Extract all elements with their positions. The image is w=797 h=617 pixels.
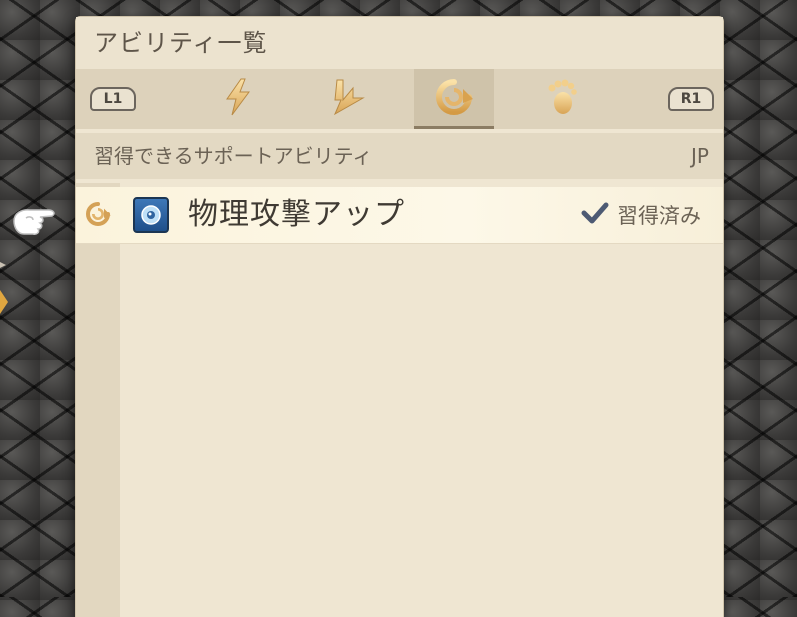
tab-support-abilities[interactable]	[414, 69, 494, 129]
scroll-marker-icon	[0, 262, 10, 326]
learned-status-label: 習得済み	[617, 204, 701, 228]
list-item[interactable]: 物理攻撃アップ 習得済み	[76, 187, 723, 244]
tab-action-abilities[interactable]	[198, 69, 278, 129]
list-header: 習得できるサポートアビリティ JP	[76, 133, 723, 179]
list-gutter	[76, 183, 120, 617]
r1-key-badge[interactable]: R1	[668, 87, 714, 111]
learned-status: 習得済み	[581, 187, 701, 243]
jp-column-label: JP	[691, 144, 709, 168]
category-tabbar: L1 R1	[76, 69, 723, 129]
shield-orb-icon	[133, 197, 169, 233]
lightning-icon	[223, 78, 253, 120]
checkmark-icon	[581, 202, 609, 229]
tab-reaction-abilities[interactable]	[308, 69, 388, 129]
tab-movement-abilities[interactable]	[521, 69, 601, 129]
reaction-bolt-icon	[331, 78, 365, 120]
panel-title: アビリティ一覧	[76, 17, 723, 69]
ability-name: 物理攻撃アップ	[188, 197, 405, 232]
ability-list: 物理攻撃アップ 習得済み	[76, 183, 723, 617]
support-cycle-icon	[433, 77, 475, 121]
list-header-label: 習得できるサポートアビリティ	[94, 144, 373, 168]
hand-cursor-icon	[10, 204, 60, 242]
support-cycle-icon	[84, 200, 112, 232]
l1-key-badge[interactable]: L1	[90, 87, 136, 111]
ability-list-panel: アビリティ一覧 L1 R1 習得できるサポートアビリティ JP 物理攻撃アップ …	[76, 17, 723, 617]
footprint-icon	[543, 78, 579, 120]
